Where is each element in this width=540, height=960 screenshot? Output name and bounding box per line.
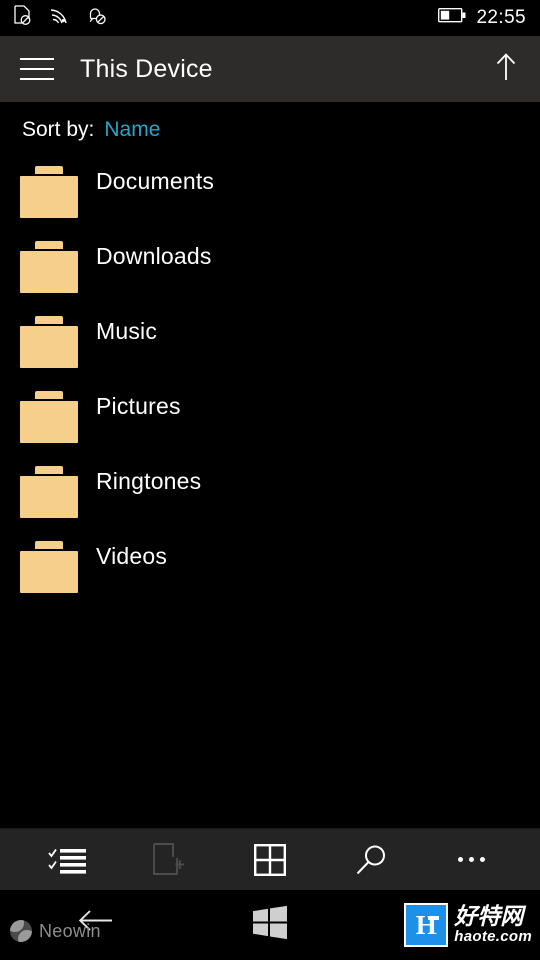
neowin-watermark-label: Neowin	[39, 920, 101, 941]
sort-by-label: Sort by:	[22, 118, 95, 141]
status-bar: 22:55	[0, 0, 540, 36]
battery-icon	[438, 7, 466, 28]
grid-view-icon[interactable]	[239, 835, 301, 885]
haote-logo-icon: H	[404, 903, 449, 947]
sort-by-value[interactable]: Name	[104, 118, 160, 142]
neowin-watermark: Neowin	[10, 920, 101, 942]
select-checklist-icon[interactable]	[37, 835, 99, 885]
folder-icon	[20, 391, 78, 443]
windows-start-icon[interactable]	[252, 905, 288, 945]
arrow-up-icon[interactable]	[494, 52, 518, 87]
list-item[interactable]: Videos	[0, 533, 540, 608]
list-item-label: Documents	[96, 168, 215, 194]
sim-card-missing-icon	[14, 5, 31, 31]
phone-screen: 22:55 This Device Sort by: Name Document…	[0, 0, 540, 960]
sort-bar: Sort by: Name	[0, 102, 540, 158]
hamburger-menu-icon[interactable]	[20, 58, 54, 80]
haote-watermark: H 好特网 haote.com	[404, 903, 532, 947]
notifications-off-icon	[87, 6, 107, 31]
status-bar-right: 22:55	[438, 7, 540, 29]
new-folder-icon[interactable]	[138, 835, 200, 885]
more-options-icon[interactable]	[441, 835, 503, 885]
search-icon[interactable]	[340, 835, 402, 885]
list-item[interactable]: Music	[0, 308, 540, 383]
status-bar-clock: 22:55	[476, 7, 526, 28]
folder-icon	[20, 166, 78, 218]
app-header: This Device	[0, 36, 540, 102]
list-item[interactable]: Downloads	[0, 233, 540, 308]
list-item-label: Pictures	[96, 393, 181, 419]
list-item[interactable]: Ringtones	[0, 458, 540, 533]
haote-watermark-cn: 好特网	[454, 903, 524, 930]
folder-icon	[20, 541, 78, 593]
folder-icon	[20, 241, 78, 293]
file-list: Documents Downloads Music Pictures Ringt	[0, 158, 540, 828]
list-item-label: Downloads	[96, 243, 212, 269]
list-item[interactable]: Documents	[0, 158, 540, 233]
list-item-label: Music	[96, 318, 158, 344]
list-item-label: Ringtones	[96, 468, 202, 494]
folder-icon	[20, 466, 78, 518]
wifi-signal-icon	[49, 7, 69, 30]
app-bar	[0, 828, 540, 890]
status-bar-left-icons	[0, 5, 107, 31]
haote-watermark-text: 好特网 haote.com	[454, 905, 532, 946]
list-item[interactable]: Pictures	[0, 383, 540, 458]
folder-icon	[20, 316, 78, 368]
neowin-logo-icon	[10, 920, 32, 942]
list-item-label: Videos	[96, 543, 168, 569]
page-title: This Device	[80, 54, 213, 83]
haote-watermark-en: haote.com	[454, 927, 532, 945]
